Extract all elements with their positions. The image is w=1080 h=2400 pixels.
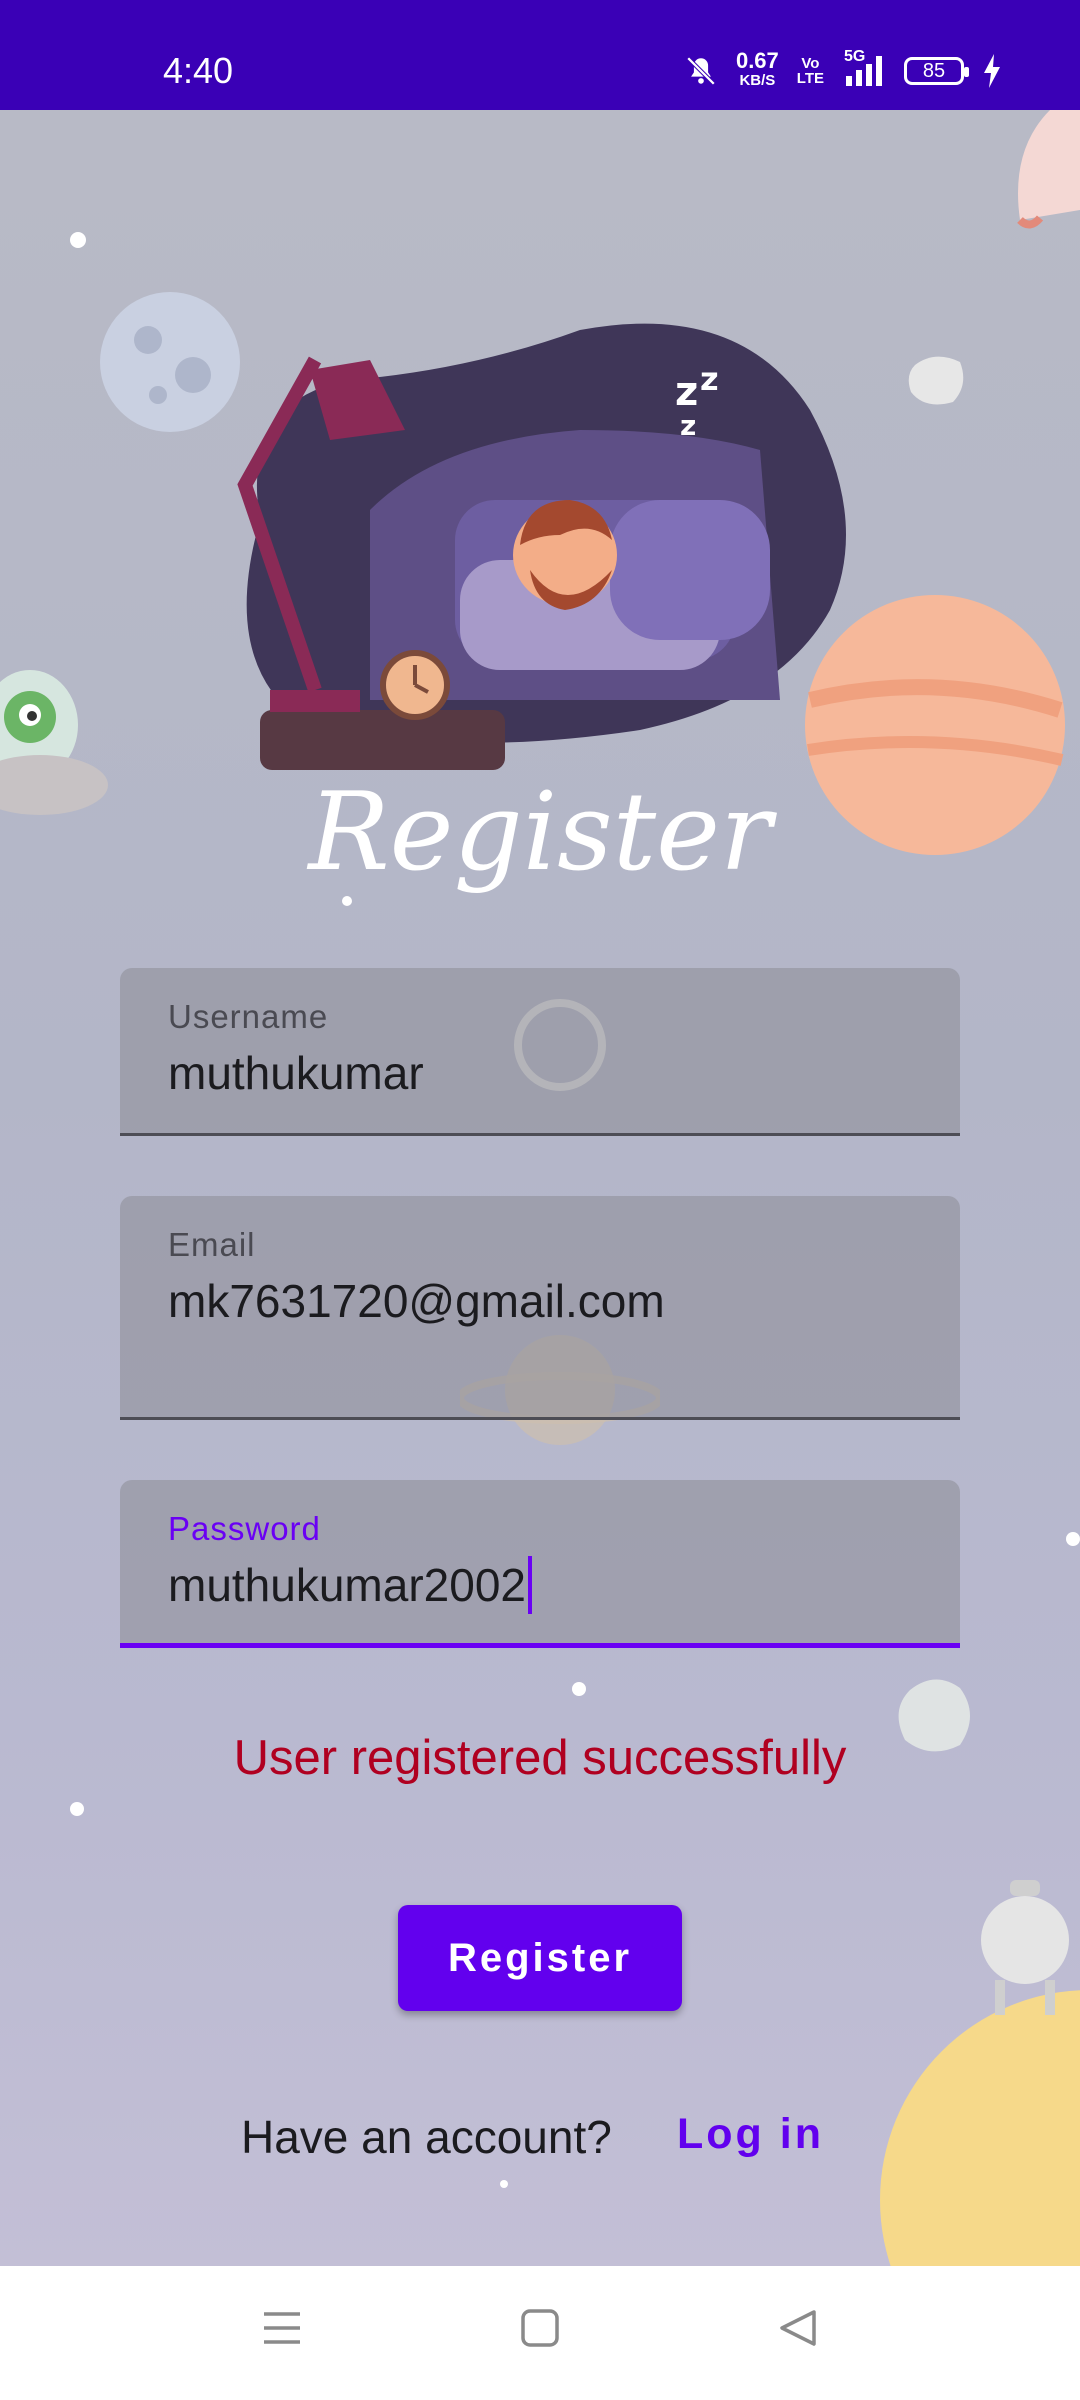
- star-dot: [70, 1802, 84, 1816]
- email-field[interactable]: Email mk7631720@gmail.com: [120, 1196, 960, 1420]
- status-time: 4:40: [163, 50, 234, 91]
- svg-text:z: z: [680, 409, 696, 442]
- username-input[interactable]: muthukumar: [168, 1046, 424, 1100]
- yellow-planet-icon: [880, 1990, 1080, 2266]
- password-input[interactable]: muthukumar2002: [168, 1555, 532, 1614]
- status-message: User registered successfully: [233, 1731, 847, 1785]
- back-icon[interactable]: [778, 2308, 818, 2348]
- star-dot: [500, 2180, 508, 2188]
- battery-icon: 85: [904, 57, 969, 85]
- star-dot: [342, 896, 352, 906]
- mute-icon: [686, 56, 716, 86]
- rocket-icon: [1017, 110, 1080, 229]
- charging-icon: [984, 54, 1000, 88]
- navigation-bar: [0, 2266, 1080, 2400]
- status-icons: 0.67 KB/S Vo LTE 5G 85: [684, 48, 1002, 94]
- sleeping-man-illustration: z z z: [237, 323, 847, 770]
- username-field[interactable]: Username muthukumar: [120, 968, 960, 1136]
- star-dot: [1066, 1532, 1080, 1546]
- password-label: Password: [168, 1510, 321, 1547]
- username-label: Username: [168, 998, 329, 1035]
- status-bar: 4:40 0.67 KB/S Vo LTE 5G 85: [0, 0, 1080, 110]
- email-label: Email: [168, 1226, 256, 1263]
- signal-icon: 5G: [842, 48, 886, 88]
- register-screen: z z z Register Username muthukumar Email…: [0, 110, 1080, 2266]
- svg-text:z: z: [700, 360, 719, 398]
- login-link[interactable]: Log in: [677, 2110, 824, 2159]
- have-account-text: Have an account?: [241, 2111, 612, 2163]
- robot-icon: [981, 1880, 1069, 2015]
- text-caret: [527, 1555, 532, 1614]
- net-speed: 0.67 KB/S: [735, 48, 779, 90]
- volte-indicator: Vo LTE: [796, 55, 824, 87]
- page-title: Register: [308, 770, 772, 895]
- password-value: muthukumar2002: [168, 1559, 526, 1611]
- star-dot: [572, 1682, 586, 1696]
- menu-icon[interactable]: [262, 2308, 302, 2348]
- email-input[interactable]: mk7631720@gmail.com: [168, 1274, 665, 1328]
- home-icon[interactable]: [520, 2308, 560, 2348]
- register-button[interactable]: Register: [398, 1905, 682, 2011]
- rock-icon: [908, 356, 964, 405]
- star-dot: [70, 232, 86, 248]
- password-field[interactable]: Password muthukumar2002: [120, 1480, 960, 1648]
